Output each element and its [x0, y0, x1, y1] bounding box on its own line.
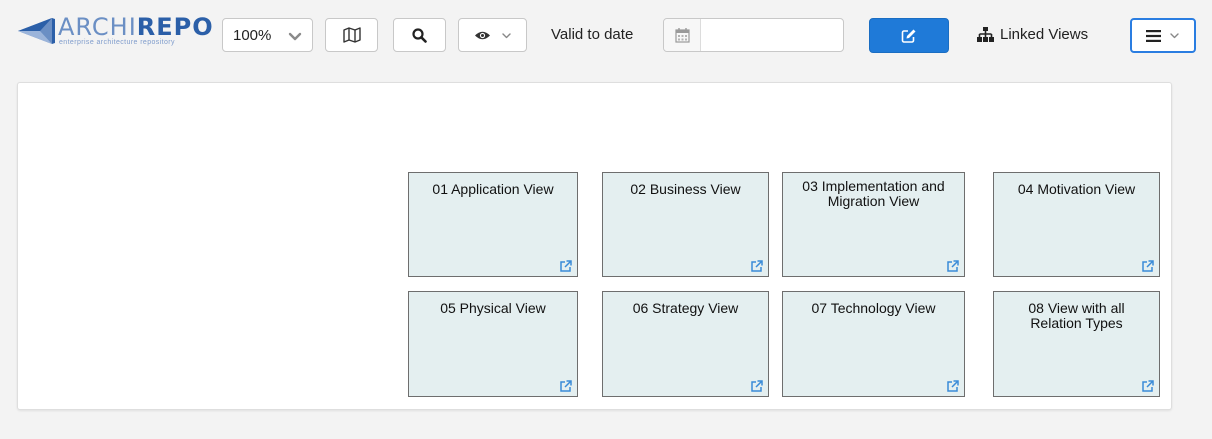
view-tile[interactable]: 02 Business View — [602, 172, 769, 277]
calendar-button[interactable] — [664, 19, 701, 51]
sitemap-icon — [977, 27, 994, 42]
search-button[interactable] — [393, 18, 446, 52]
view-tile-title: 05 Physical View — [440, 300, 546, 316]
zoom-select[interactable]: 100% — [222, 18, 313, 52]
logo-mark-icon — [18, 18, 55, 44]
external-link-icon[interactable] — [946, 380, 959, 393]
hamburger-icon — [1146, 29, 1161, 42]
external-link-icon[interactable] — [750, 380, 763, 393]
external-link-icon[interactable] — [1141, 260, 1154, 273]
toolbar: ARCHIREPO enterprise architecture reposi… — [0, 0, 1212, 72]
main-menu-button[interactable] — [1130, 18, 1196, 53]
external-link-icon[interactable] — [946, 260, 959, 273]
eye-icon — [474, 31, 490, 39]
archirepo-logo[interactable]: ARCHIREPO enterprise architecture reposi… — [16, 14, 221, 48]
view-tile-title: 06 Strategy View — [632, 300, 739, 316]
view-tile[interactable]: 04 Motivation View — [993, 172, 1160, 277]
map-icon — [342, 27, 361, 43]
view-tile-title: 03 Implementation and Migration View — [802, 178, 945, 209]
chevron-down-icon — [288, 32, 302, 41]
valid-to-date-field — [663, 18, 844, 52]
edit-icon — [901, 29, 916, 43]
view-tile-title: 01 Application View — [432, 181, 554, 197]
calendar-icon — [674, 28, 690, 43]
search-icon — [412, 27, 427, 43]
external-link-icon[interactable] — [750, 260, 763, 273]
chevron-down-icon — [1170, 33, 1179, 39]
view-tile[interactable]: 01 Application View — [408, 172, 578, 277]
view-tile[interactable]: 08 View with all Relation Types — [993, 291, 1160, 397]
edit-button[interactable] — [869, 18, 949, 53]
view-tile-title: 02 Business View — [630, 181, 741, 197]
view-tile[interactable]: 07 Technology View — [782, 291, 965, 397]
view-tile-title: 04 Motivation View — [1017, 181, 1136, 197]
view-tile[interactable]: 03 Implementation and Migration View — [782, 172, 965, 277]
view-tile-title: 07 Technology View — [811, 300, 936, 316]
zoom-value: 100% — [233, 26, 272, 44]
external-link-icon[interactable] — [559, 260, 572, 273]
visibility-dropdown[interactable] — [458, 18, 527, 52]
external-link-icon[interactable] — [1141, 380, 1154, 393]
external-link-icon[interactable] — [559, 380, 572, 393]
map-button[interactable] — [325, 18, 378, 52]
chevron-down-icon — [501, 32, 511, 38]
view-tile[interactable]: 05 Physical View — [408, 291, 578, 397]
linked-views-label: Linked Views — [1000, 26, 1089, 43]
logo-text-archi: ARCHI — [58, 13, 137, 41]
valid-to-date-label: Valid to date — [551, 26, 634, 43]
logo-text-repo: REPO — [136, 13, 214, 41]
view-tile[interactable]: 06 Strategy View — [602, 291, 769, 397]
logo-text: ARCHIREPO — [58, 14, 214, 40]
logo-tagline: enterprise architecture repository — [59, 39, 175, 46]
view-tile-title: 08 View with all Relation Types — [1028, 300, 1125, 331]
valid-to-date-input[interactable] — [702, 19, 842, 51]
linked-views-button[interactable]: Linked Views — [977, 26, 1088, 43]
